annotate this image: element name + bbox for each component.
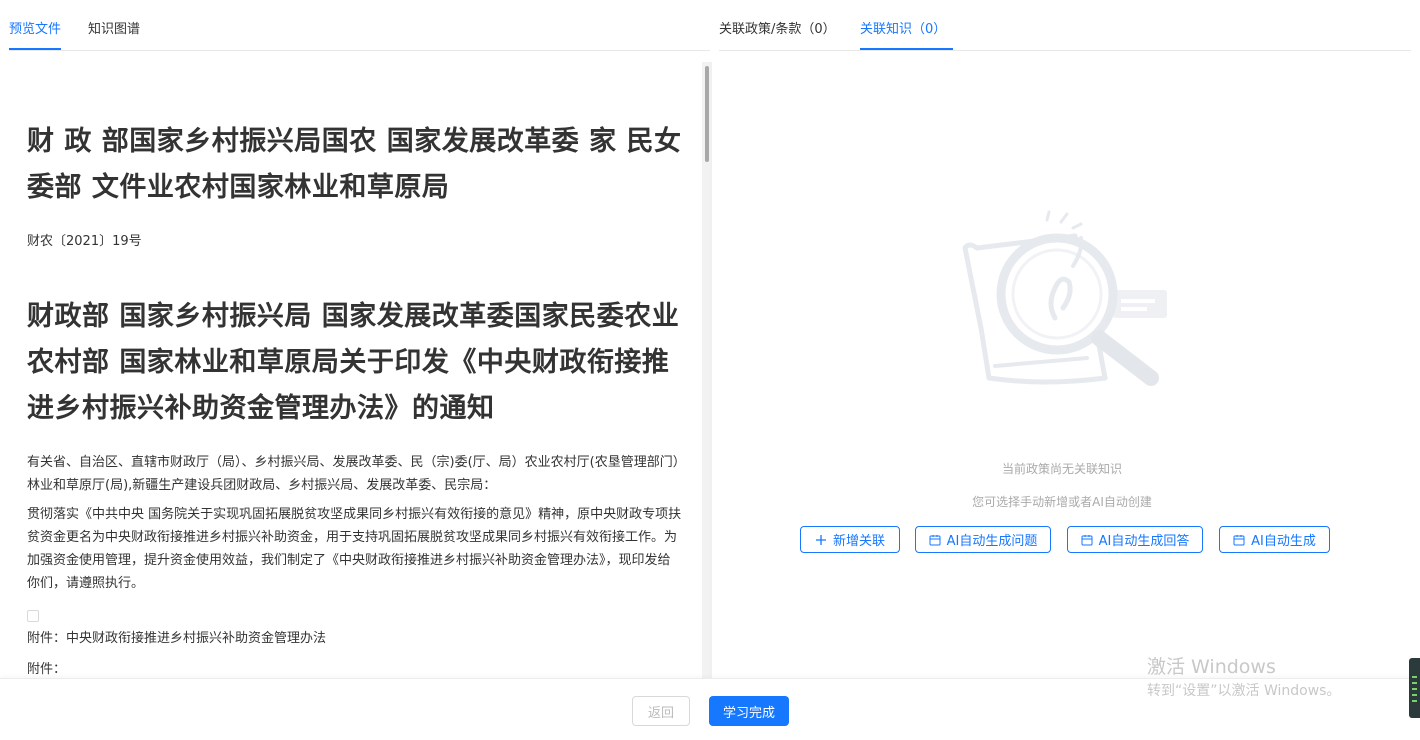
document-addressees: 有关省、自治区、直辖市财政厅（局）、乡村振兴局、发展改革委、民（宗)委(厅、局）… [27,455,680,493]
attachment-checkbox[interactable] [27,610,39,622]
attachment-label: 附件： [27,662,67,677]
ai-generate-answer-label: AI自动生成回答 [1098,534,1190,549]
tab-knowledge-graph[interactable]: 知识图谱 [88,21,140,49]
document-title: 财政部 国家乡村振兴局 国家发展改革委国家民委农业农村部 国家林业和草原局关于印… [27,301,680,424]
windows-activation-watermark-text: 转到“设置”以激活 Windows。 [1147,683,1341,699]
add-association-label: 新增关联 [832,534,885,549]
tab-preview-file[interactable]: 预览文件 [9,21,62,50]
ai-generate-button[interactable]: AI自动生成 [1219,526,1330,553]
add-association-button[interactable]: 新增关联 [800,526,900,553]
empty-state-title: 当前政策尚无关联知识 [1001,462,1122,476]
empty-knowledge-illustration-icon [962,210,1167,386]
document-scrollbar-thumb[interactable] [705,66,709,162]
tab-related-policies[interactable]: 关联政策/条款（0） [719,21,836,49]
ai-generate-question-button[interactable]: AI自动生成问题 [915,526,1051,553]
left-tab-bar: 预览文件 知识图谱 [9,0,710,51]
document-number: 财农〔2021〕19号 [27,234,142,249]
tab-related-knowledge[interactable]: 关联知识（0） [860,21,954,50]
finish-learning-button[interactable]: 学习完成 [709,696,789,726]
edge-status-widget[interactable] [1409,658,1420,718]
panel-divider [710,62,712,678]
plus-icon [815,534,827,546]
attachment-line: 附件：中央财政衔接推进乡村振兴补助资金管理办法 [27,631,327,646]
calendar-icon [929,534,941,546]
ai-generate-question-label: AI自动生成问题 [946,534,1038,549]
document-body-paragraph: 贯彻落实《中共中央 国务院关于实现巩固拓展脱贫攻坚成果同乡村振兴有效衔接的意见》… [27,507,682,591]
ai-generate-label: AI自动生成 [1251,534,1316,549]
document-header-title: 财 政 部国家乡村振兴局国农 国家发展改革委 家 民女委部 文件业农村国家林业和… [27,126,682,203]
right-tab-bar: 关联政策/条款（0） 关联知识（0） [719,0,1411,51]
empty-state-subtitle: 您可选择手动新增或者AI自动创建 [972,495,1152,509]
document-preview: 财 政 部国家乡村振兴局国农 国家发展改革委 家 民女委部 文件业农村国家林业和… [9,62,702,678]
back-button[interactable]: 返回 [632,696,690,726]
calendar-icon [1233,534,1245,546]
calendar-icon [1081,534,1093,546]
ai-generate-answer-button[interactable]: AI自动生成回答 [1067,526,1203,553]
windows-activation-watermark-title: 激活 Windows [1147,656,1276,678]
